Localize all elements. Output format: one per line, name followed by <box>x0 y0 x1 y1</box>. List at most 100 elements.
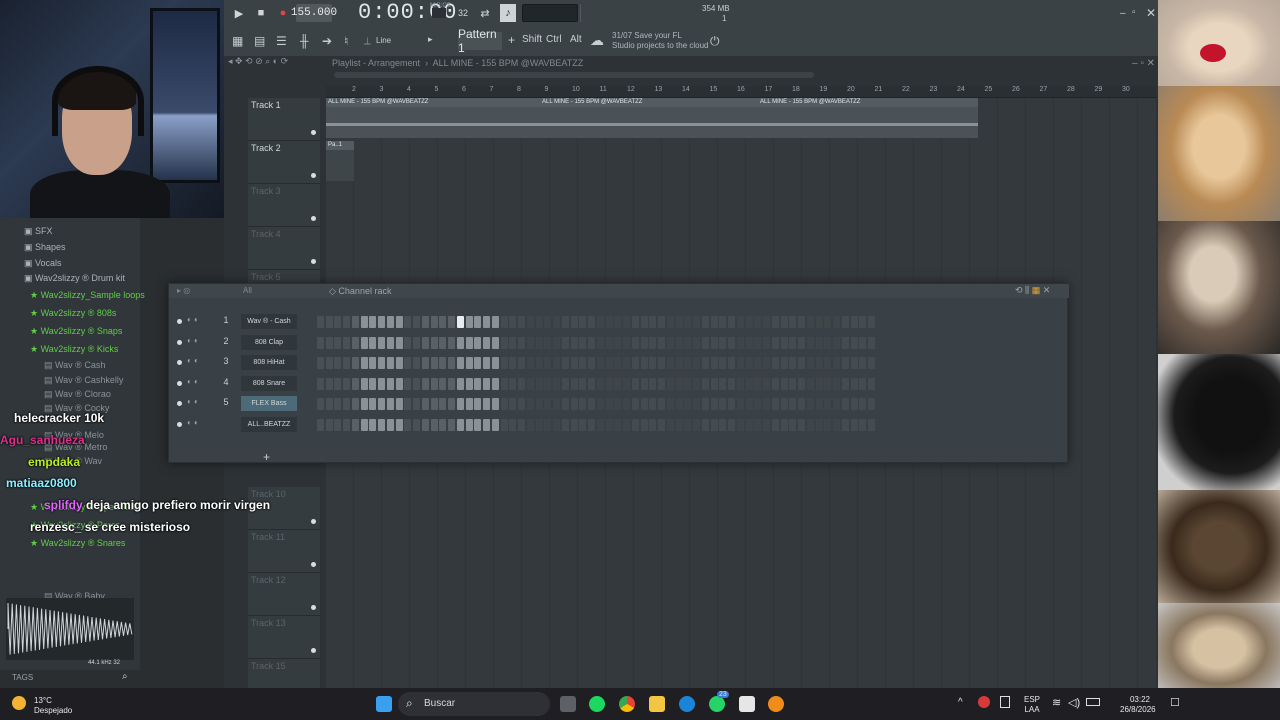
step-button[interactable] <box>447 357 455 369</box>
step-button[interactable] <box>675 357 683 369</box>
weather-widget[interactable]: 13°C Despejado <box>34 696 72 716</box>
track-header[interactable]: Track 4 <box>248 227 320 270</box>
step-button[interactable] <box>797 316 805 328</box>
step-button[interactable] <box>797 418 805 431</box>
step-button[interactable] <box>640 357 648 369</box>
step-button[interactable] <box>745 316 753 328</box>
step-button[interactable] <box>535 398 543 410</box>
step-button[interactable] <box>492 316 499 328</box>
step-button[interactable] <box>605 357 613 369</box>
step-button[interactable] <box>412 336 420 349</box>
step-button[interactable] <box>657 398 665 410</box>
step-button[interactable] <box>614 336 622 349</box>
playlist-window-controls[interactable]: – ▫ ✕ <box>1132 58 1155 69</box>
notifications-icon[interactable]: ☐ <box>1170 696 1180 709</box>
track-header[interactable]: Track 2 <box>248 141 320 184</box>
track-mute-dot[interactable] <box>311 259 316 264</box>
step-button[interactable] <box>797 377 805 390</box>
track-mute-dot[interactable] <box>311 130 316 135</box>
step-button[interactable] <box>807 336 814 349</box>
step-button[interactable] <box>737 336 744 349</box>
step-button[interactable] <box>457 316 464 328</box>
step-button[interactable] <box>789 418 797 431</box>
step-button[interactable] <box>334 377 342 390</box>
step-button[interactable] <box>850 377 858 390</box>
step-button[interactable] <box>325 316 333 328</box>
step-button[interactable] <box>517 336 525 349</box>
step-button[interactable] <box>509 418 517 431</box>
step-button[interactable] <box>684 316 692 328</box>
step-button[interactable] <box>727 336 735 349</box>
step-button[interactable] <box>657 357 665 369</box>
pattern-selector[interactable]: Pattern 1 <box>458 27 502 55</box>
step-button[interactable] <box>527 377 534 390</box>
step-button[interactable] <box>667 336 674 349</box>
channel-number[interactable] <box>219 418 233 432</box>
channel-mute-led[interactable] <box>177 401 182 406</box>
step-button[interactable] <box>377 398 385 410</box>
step-button[interactable] <box>570 336 578 349</box>
step-button[interactable] <box>632 377 639 390</box>
step-button[interactable] <box>325 336 333 349</box>
rack-tools[interactable]: ⟲ ⫼ ▦ ✕ <box>1015 285 1050 296</box>
step-button[interactable] <box>719 316 727 328</box>
file-explorer-icon[interactable] <box>649 696 665 712</box>
step-button[interactable] <box>517 418 525 431</box>
step-button[interactable] <box>587 357 595 369</box>
step-button[interactable] <box>369 418 377 431</box>
step-button[interactable] <box>527 357 534 369</box>
step-button[interactable] <box>412 357 420 369</box>
step-button[interactable] <box>552 418 560 431</box>
pattern-prev-icon[interactable]: ▸ <box>428 34 433 45</box>
channel-name-button[interactable]: Wav ® - Cash <box>241 314 297 329</box>
step-button[interactable] <box>342 398 350 410</box>
step-button[interactable] <box>369 377 377 390</box>
step-button[interactable] <box>439 418 447 431</box>
step-button[interactable] <box>377 336 385 349</box>
step-button[interactable] <box>527 316 534 328</box>
step-button[interactable] <box>404 418 412 431</box>
step-button[interactable] <box>465 357 473 369</box>
step-button[interactable] <box>824 377 832 390</box>
step-button[interactable] <box>745 418 753 431</box>
step-button[interactable] <box>570 398 578 410</box>
step-button[interactable] <box>395 377 403 390</box>
fl-studio-icon[interactable] <box>768 696 784 712</box>
step-button[interactable] <box>535 316 543 328</box>
track-mute-dot[interactable] <box>311 216 316 221</box>
step-button[interactable] <box>649 398 657 410</box>
step-button[interactable] <box>745 336 753 349</box>
step-button[interactable] <box>614 316 622 328</box>
track-header[interactable]: Track 11 <box>248 530 320 573</box>
step-button[interactable] <box>317 336 324 349</box>
close-icon[interactable]: ✕ <box>1146 6 1156 20</box>
add-channel-button[interactable]: + <box>263 450 270 464</box>
step-button[interactable] <box>780 418 788 431</box>
chrome-icon[interactable] <box>619 696 635 712</box>
step-button[interactable] <box>500 357 508 369</box>
step-button[interactable] <box>789 316 797 328</box>
step-button[interactable] <box>780 398 788 410</box>
step-button[interactable] <box>562 316 569 328</box>
mixer-icon[interactable]: ╫ <box>300 34 309 48</box>
step-button[interactable] <box>867 398 875 410</box>
step-button[interactable] <box>815 357 823 369</box>
step-button[interactable] <box>632 357 639 369</box>
step-button[interactable] <box>842 398 849 410</box>
channel-number[interactable]: 5 <box>219 397 233 411</box>
step-button[interactable] <box>500 316 508 328</box>
step-button[interactable] <box>509 316 517 328</box>
step-button[interactable] <box>667 398 674 410</box>
step-button[interactable] <box>430 377 438 390</box>
step-button[interactable] <box>352 398 359 410</box>
step-button[interactable] <box>447 316 455 328</box>
app-icon[interactable] <box>739 696 755 712</box>
step-button[interactable] <box>360 357 368 369</box>
step-button[interactable] <box>824 398 832 410</box>
step-button[interactable] <box>867 377 875 390</box>
taskbar-search[interactable]: ⌕ Buscar <box>398 692 550 716</box>
step-button[interactable] <box>772 377 779 390</box>
search-icon[interactable]: ⌕ <box>122 671 128 682</box>
step-button[interactable] <box>342 336 350 349</box>
step-button[interactable] <box>842 336 849 349</box>
